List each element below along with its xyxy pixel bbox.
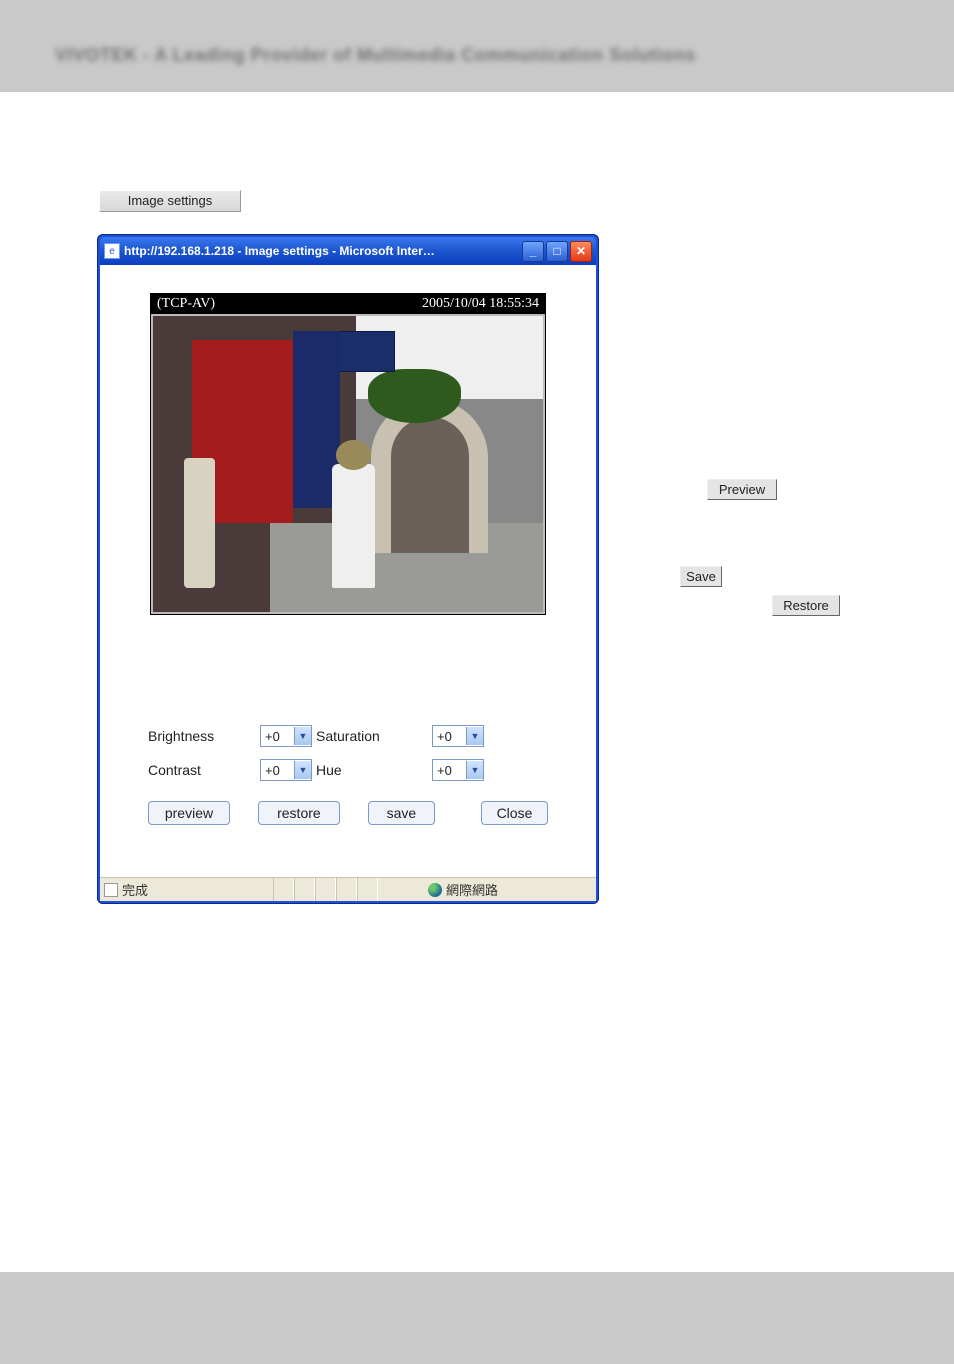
page-title-blurred: VIVOTEK - A Leading Provider of Multimed… [55, 45, 696, 66]
popup-close-button[interactable]: Close [481, 801, 548, 825]
saturation-label: Saturation [316, 728, 432, 744]
video-overlay-header: (TCP-AV) 2005/10/04 18:55:34 [151, 294, 545, 314]
popup-restore-button[interactable]: restore [258, 801, 340, 825]
ie-page-icon: e [104, 243, 120, 259]
minimize-icon: _ [530, 244, 537, 258]
contrast-label: Contrast [148, 762, 260, 778]
status-left-text: 完成 [122, 880, 148, 899]
chevron-down-icon: ▼ [294, 727, 311, 745]
hue-value: +0 [437, 763, 452, 778]
video-preview-image [151, 314, 545, 614]
camera-timestamp: 2005/10/04 18:55:34 [422, 296, 539, 312]
hue-label: Hue [316, 762, 432, 778]
brightness-select[interactable]: +0 ▼ [260, 725, 312, 747]
chevron-down-icon: ▼ [466, 727, 483, 745]
chevron-down-icon: ▼ [466, 761, 483, 779]
chevron-down-icon: ▼ [294, 761, 311, 779]
image-settings-popup: e http://192.168.1.218 - Image settings … [97, 234, 599, 904]
saturation-select[interactable]: +0 ▼ [432, 725, 484, 747]
video-preview-frame: (TCP-AV) 2005/10/04 18:55:34 [150, 293, 546, 615]
camera-label: (TCP-AV) [157, 296, 215, 312]
content-area: Image settings Preview Save Restore e ht… [0, 92, 954, 1180]
image-settings-button[interactable]: Image settings [99, 190, 241, 212]
maximize-button[interactable]: □ [546, 241, 568, 262]
close-icon: ✕ [576, 244, 586, 258]
minimize-button[interactable]: _ [522, 241, 544, 262]
window-title: http://192.168.1.218 - Image settings - … [124, 244, 518, 258]
status-right-text: 網際網路 [446, 880, 498, 899]
restore-button[interactable]: Restore [772, 595, 840, 616]
save-button[interactable]: Save [680, 566, 722, 587]
page-header-band: VIVOTEK - A Leading Provider of Multimed… [0, 0, 954, 92]
popup-content: (TCP-AV) 2005/10/04 18:55:34 [100, 265, 596, 877]
maximize-icon: □ [553, 244, 560, 258]
window-titlebar[interactable]: e http://192.168.1.218 - Image settings … [100, 237, 596, 265]
hue-select[interactable]: +0 ▼ [432, 759, 484, 781]
preview-button[interactable]: Preview [707, 479, 777, 500]
saturation-value: +0 [437, 729, 452, 744]
brightness-value: +0 [265, 729, 280, 744]
image-adjustment-controls: Brightness +0 ▼ Saturation +0 ▼ Contrast… [120, 725, 576, 781]
close-window-button[interactable]: ✕ [570, 241, 592, 262]
contrast-select[interactable]: +0 ▼ [260, 759, 312, 781]
page-icon [104, 883, 118, 897]
page-footer-band [0, 1272, 954, 1364]
brightness-label: Brightness [148, 728, 260, 744]
contrast-value: +0 [265, 763, 280, 778]
window-statusbar: 完成 網際網路 [100, 877, 596, 901]
internet-zone-icon [428, 883, 442, 897]
popup-save-button[interactable]: save [368, 801, 435, 825]
popup-preview-button[interactable]: preview [148, 801, 230, 825]
